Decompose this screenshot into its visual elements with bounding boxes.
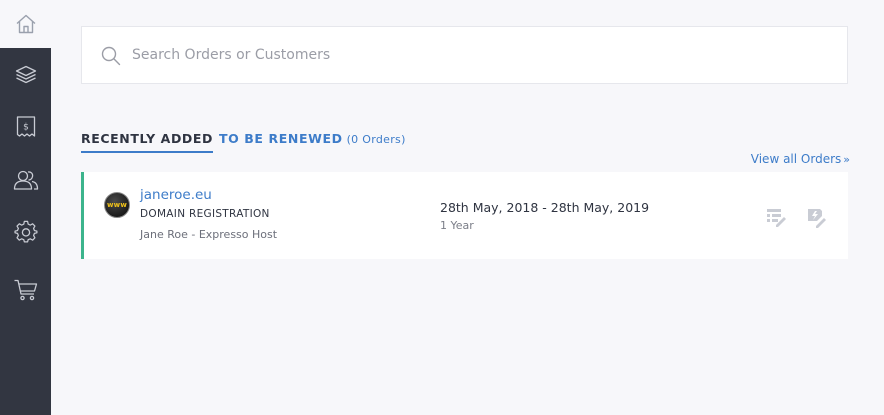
search-input[interactable] [132,27,832,83]
sidebar-item-billing[interactable]: $ [0,111,51,143]
view-all-orders-link[interactable]: View all Orders» [751,152,850,166]
sidebar-item-products[interactable] [0,59,51,91]
sidebar-item-settings[interactable] [0,216,51,248]
order-customer: Jane Roe - Expresso Host [140,228,278,241]
sidebar-item-cart[interactable] [0,274,51,306]
renew-order-icon[interactable] [805,206,827,228]
tab-to-be-renewed-label: TO BE RENEWED [219,131,343,146]
order-domain-link[interactable]: janeroe.eu [140,187,212,203]
order-date-range: 28th May, 2018 - 28th May, 2019 [440,200,650,215]
cart-icon [14,279,37,301]
double-chevron-right-icon: » [843,153,850,166]
sidebar-item-customers[interactable] [0,164,51,196]
receipt-icon: $ [16,116,35,137]
sidebar-item-home[interactable] [0,0,51,48]
svg-text:$: $ [23,123,29,133]
view-all-orders-label: View all Orders [750,152,842,166]
search-icon [101,46,121,66]
tab-to-be-renewed[interactable]: TO BE RENEWED (0 Orders) [219,131,406,146]
tab-recently-added[interactable]: RECENTLY ADDED [81,131,214,153]
sidebar: $ [0,0,51,415]
search-bar [81,26,848,84]
tab-recently-added-label: RECENTLY ADDED [81,131,214,146]
www-globe-icon: www [104,192,130,218]
users-icon [13,170,38,190]
order-card: www janeroe.eu DOMAIN REGISTRATION Jane … [81,172,848,259]
home-icon [16,14,35,34]
layers-icon [15,65,36,84]
gear-icon [13,220,38,243]
manage-order-icon[interactable] [765,206,787,228]
www-icon-text: www [106,201,127,209]
tab-to-be-renewed-count: (0 Orders) [346,133,406,146]
order-duration: 1 Year [440,219,474,232]
order-product-type: DOMAIN REGISTRATION [140,208,270,220]
